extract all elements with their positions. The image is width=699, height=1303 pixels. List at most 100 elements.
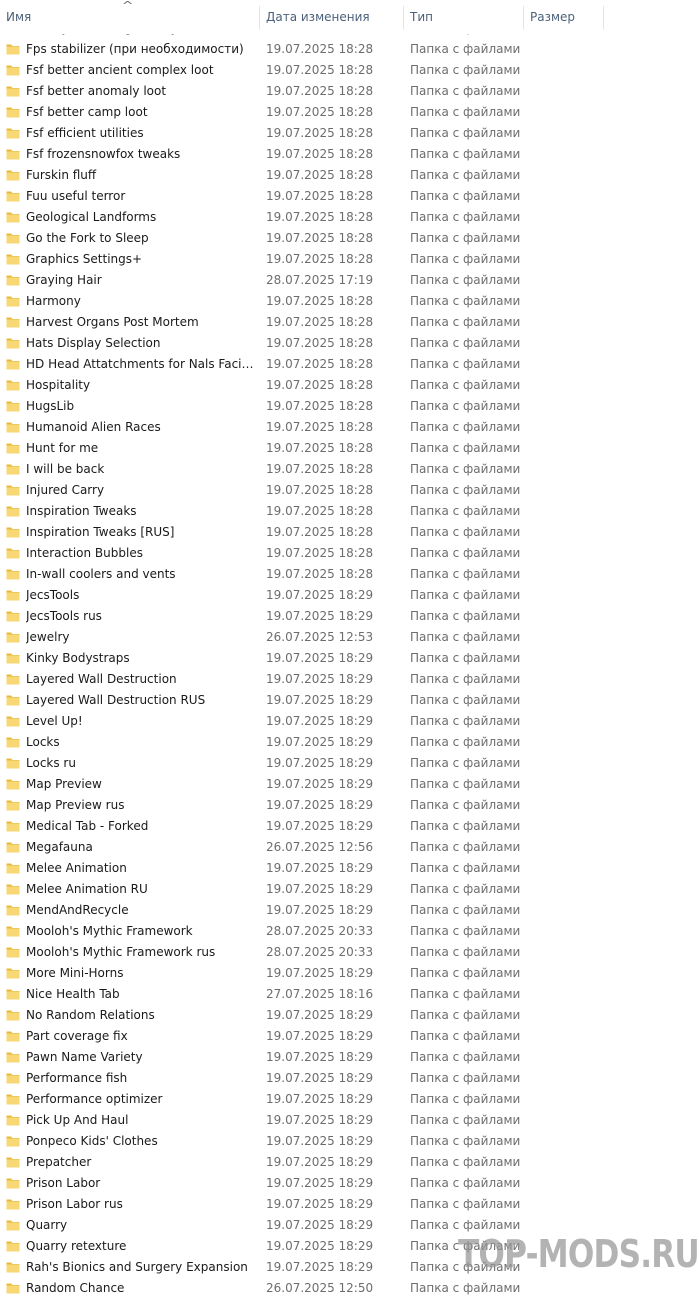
column-header-size[interactable]: Размер: [530, 0, 575, 34]
item-type: Папка с файлами: [410, 735, 521, 749]
list-item[interactable]: Furskin fluff 19.07.2025 18:28 Папка с фай…: [0, 165, 699, 186]
folder-icon: [6, 1281, 20, 1295]
list-item[interactable]: Hunt for me 19.07.2025 18:28 Папка с файла…: [0, 438, 699, 459]
list-item[interactable]: Kinky Bodystraps 19.07.2025 18:29 Папка с …: [0, 648, 699, 669]
list-item[interactable]: Graphics Settings+ 19.07.2025 18:28 Папка …: [0, 249, 699, 270]
list-item[interactable]: Map Preview 19.07.2025 18:29 Папка с файла…: [0, 774, 699, 795]
item-date-modified: 19.07.2025 18:29: [266, 1071, 374, 1085]
item-name: Locks ru: [26, 756, 76, 770]
list-item[interactable]: Jewelry 26.07.2025 12:53 Папка с файлами: [0, 627, 699, 648]
item-name: Part coverage fix: [26, 1029, 128, 1043]
list-item[interactable]: Graying Hair 28.07.2025 17:19 Папка с файл…: [0, 270, 699, 291]
item-type: Папка с файлами: [410, 777, 521, 791]
item-name: JecsTools: [26, 588, 80, 602]
list-item[interactable]: Harvest Organs Post Mortem 19.07.2025 18:…: [0, 312, 699, 333]
list-item[interactable]: Inspiration Tweaks [RUS] 19.07.2025 18:28…: [0, 522, 699, 543]
list-item[interactable]: Part coverage fix 19.07.2025 18:29 Папка с…: [0, 1026, 699, 1047]
folder-icon: [6, 1218, 20, 1232]
list-item[interactable]: Fsf better ancient complex loot 19.07.202…: [0, 60, 699, 81]
item-date-modified: 19.07.2025 18:29: [266, 609, 374, 623]
list-item[interactable]: Locks ru 19.07.2025 18:29 Папка с файлами: [0, 753, 699, 774]
list-item[interactable]: Inspiration Tweaks 19.07.2025 18:28 Папка …: [0, 501, 699, 522]
list-item[interactable]: HD Head Attatchments for Nals Facial A..…: [0, 354, 699, 375]
item-type: Папка с файлами: [410, 651, 521, 665]
item-date-modified: 19.07.2025 18:29: [266, 1050, 374, 1064]
item-type: Папка с файлами: [410, 546, 521, 560]
item-date-modified: 19.07.2025 18:28: [266, 210, 374, 224]
item-name: No Random Relations: [26, 1008, 155, 1022]
list-item[interactable]: MendAndRecycle 19.07.2025 18:29 Папка с фа…: [0, 900, 699, 921]
item-date-modified: 19.07.2025 18:28: [266, 504, 374, 518]
item-name: Fsf better ancient complex loot: [26, 63, 214, 77]
column-divider[interactable]: [603, 6, 604, 30]
item-type: Папка с файлами: [410, 1281, 521, 1295]
item-type: Папка с файлами: [410, 630, 521, 644]
list-item[interactable]: HugsLib 19.07.2025 18:28 Папка с файлами: [0, 396, 699, 417]
column-header-date[interactable]: Дата изменения: [266, 0, 370, 34]
list-item[interactable]: I will be back 19.07.2025 18:28 Папка с фа…: [0, 459, 699, 480]
list-item[interactable]: Prison Labor rus 19.07.2025 18:29 Папка с …: [0, 1194, 699, 1215]
list-item[interactable]: Pawn Name Variety 19.07.2025 18:29 Папка с…: [0, 1047, 699, 1068]
list-item[interactable]: Geological Landforms 19.07.2025 18:28 Папк…: [0, 207, 699, 228]
list-item[interactable]: Random Chance 26.07.2025 12:50 Папка с фай…: [0, 1278, 699, 1299]
watermark: TOP-MODS.RU: [458, 1232, 699, 1276]
item-name: Inspiration Tweaks [RUS]: [26, 525, 175, 539]
column-divider[interactable]: [403, 6, 404, 30]
list-item[interactable]: Medical Tab - Forked 19.07.2025 18:29 Папк…: [0, 816, 699, 837]
list-item[interactable]: Ponpeco Kids' Clothes 19.07.2025 18:29 Пап…: [0, 1131, 699, 1152]
folder-icon: [6, 882, 20, 896]
list-item[interactable]: Go the Fork to Sleep 19.07.2025 18:28 Папк…: [0, 228, 699, 249]
list-item[interactable]: Melee Animation RU 19.07.2025 18:29 Папка …: [0, 879, 699, 900]
list-item[interactable]: Humanoid Alien Races 19.07.2025 18:28 Папк…: [0, 417, 699, 438]
list-item[interactable]: Layered Wall Destruction RUS 19.07.2025 1…: [0, 690, 699, 711]
list-item[interactable]: JecsTools rus 19.07.2025 18:29 Папка с фай…: [0, 606, 699, 627]
item-type: Папка с файлами: [410, 504, 521, 518]
list-item[interactable]: Performance optimizer 19.07.2025 18:29 Пап…: [0, 1089, 699, 1110]
list-item[interactable]: Fps stabilizer (при необходимости) 19.07.…: [0, 39, 699, 60]
list-item[interactable]: Performance fish 19.07.2025 18:29 Папка с …: [0, 1068, 699, 1089]
list-item[interactable]: In-wall coolers and vents 19.07.2025 18:2…: [0, 564, 699, 585]
column-divider[interactable]: [523, 6, 524, 30]
list-item[interactable]: Nice Health Tab 27.07.2025 18:16 Папка с ф…: [0, 984, 699, 1005]
list-item[interactable]: Hospitality 19.07.2025 18:28 Папка с файла…: [0, 375, 699, 396]
list-item[interactable]: Layered Wall Destruction 19.07.2025 18:29…: [0, 669, 699, 690]
item-date-modified: 19.07.2025 18:28: [266, 84, 374, 98]
list-item[interactable]: Fuu useful terror 19.07.2025 18:28 Папка с…: [0, 186, 699, 207]
list-item[interactable]: Injured Carry 19.07.2025 18:28 Папка с фай…: [0, 480, 699, 501]
item-name: More Mini-Horns: [26, 966, 124, 980]
item-name: Furskin fluff: [26, 168, 97, 182]
list-item[interactable]: Map Preview rus 19.07.2025 18:29 Папка с ф…: [0, 795, 699, 816]
column-header-type[interactable]: Тип: [410, 0, 433, 34]
list-item[interactable]: Fsf efficient utilities 19.07.2025 18:28 П…: [0, 123, 699, 144]
list-item[interactable]: More Mini-Horns 19.07.2025 18:29 Папка с ф…: [0, 963, 699, 984]
folder-icon: [6, 1029, 20, 1043]
list-item[interactable]: Interaction Bubbles 19.07.2025 18:28 Папка…: [0, 543, 699, 564]
item-date-modified: 19.07.2025 18:28: [266, 336, 374, 350]
list-item[interactable]: Hats Display Selection 19.07.2025 18:28 Па…: [0, 333, 699, 354]
item-name: HugsLib: [26, 399, 75, 413]
item-name: Pick Up And Haul: [26, 1113, 129, 1127]
list-item[interactable]: Fsf better anomaly loot 19.07.2025 18:28 П…: [0, 81, 699, 102]
item-date-modified: 26.07.2025 12:50: [266, 1281, 374, 1295]
list-item[interactable]: Level Up! 19.07.2025 18:29 Папка с файлами: [0, 711, 699, 732]
list-item[interactable]: JecsTools 19.07.2025 18:29 Папка с файлами: [0, 585, 699, 606]
list-item[interactable]: Fsf frozensnowfox tweaks 19.07.2025 18:28…: [0, 144, 699, 165]
item-date-modified: 19.07.2025 18:29: [266, 1155, 374, 1169]
column-header-name[interactable]: Имя: [6, 0, 31, 34]
list-item[interactable]: Locks 19.07.2025 18:29 Папка с файлами: [0, 732, 699, 753]
list-item[interactable]: Prepatcher 19.07.2025 18:29 Папка с файлам…: [0, 1152, 699, 1173]
item-date-modified: 19.07.2025 18:29: [266, 903, 374, 917]
list-item[interactable]: Pick Up And Haul 19.07.2025 18:29 Папка с …: [0, 1110, 699, 1131]
list-item[interactable]: Fsf better camp loot 19.07.2025 18:28 Папк…: [0, 102, 699, 123]
item-date-modified: 19.07.2025 18:29: [266, 735, 374, 749]
list-item[interactable]: No Random Relations 19.07.2025 18:29 Папка…: [0, 1005, 699, 1026]
list-item[interactable]: Prison Labor 19.07.2025 18:29 Папка с файл…: [0, 1173, 699, 1194]
list-item[interactable]: Mooloh's Mythic Framework 28.07.2025 20:3…: [0, 921, 699, 942]
list-item[interactable]: Mooloh's Mythic Framework rus 28.07.2025 …: [0, 942, 699, 963]
list-item[interactable]: Megafauna 26.07.2025 12:56 Папка с файлами: [0, 837, 699, 858]
item-type: Папка с файлами: [410, 1113, 521, 1127]
list-item[interactable]: Harmony 19.07.2025 18:28 Папка с файлами: [0, 291, 699, 312]
item-type: Папка с файлами: [410, 294, 521, 308]
list-item[interactable]: Melee Animation 19.07.2025 18:29 Папка с ф…: [0, 858, 699, 879]
column-divider[interactable]: [259, 6, 260, 30]
